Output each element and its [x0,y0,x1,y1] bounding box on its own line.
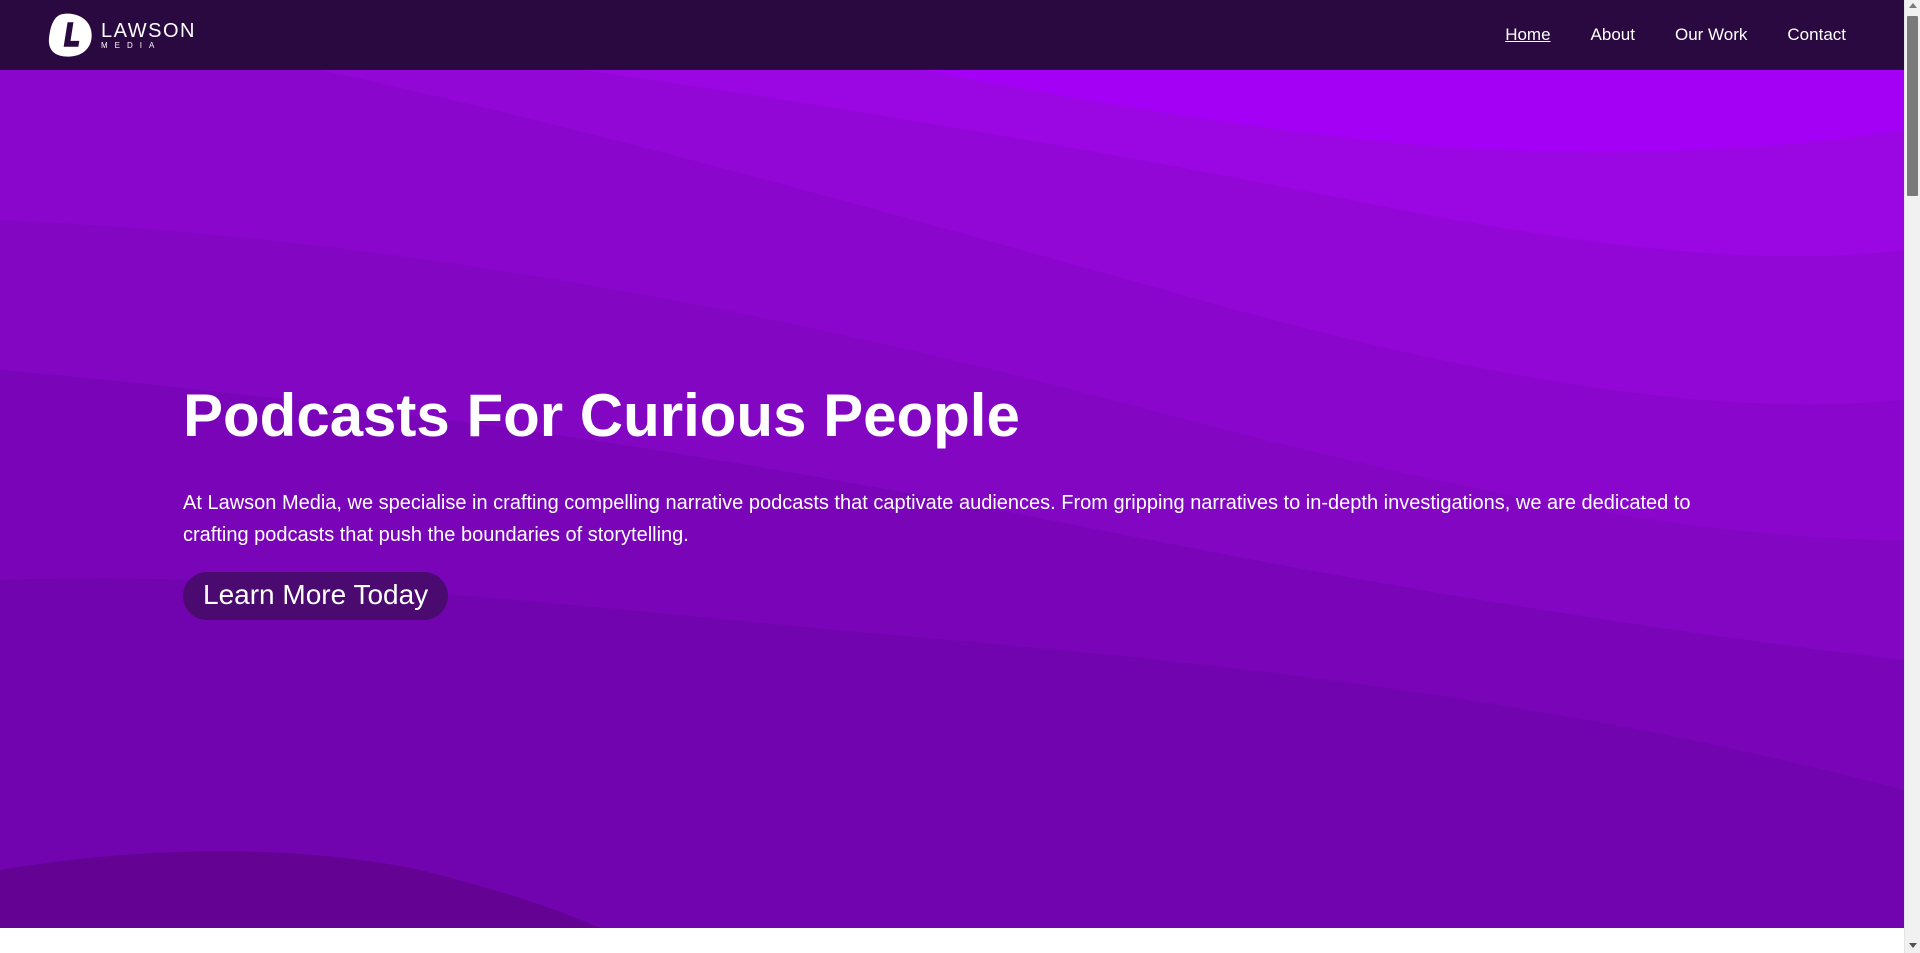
navbar: LAWSON MEDIA Home About Our Work Contact [0,0,1904,70]
lawson-l-logo-icon [48,13,92,57]
brand-subname: MEDIA [101,40,162,50]
scroll-down-arrow-icon[interactable] [1909,943,1917,948]
nav-our-work[interactable]: Our Work [1675,25,1747,45]
next-section-edge [0,928,1904,953]
nav-contact[interactable]: Contact [1787,25,1846,45]
page: LAWSON MEDIA Home About Our Work Contact… [0,0,1920,953]
hero-title: Podcasts For Curious People [183,382,1020,449]
hero-content: Podcasts For Curious People At Lawson Me… [183,386,1703,620]
brand-logo[interactable]: LAWSON MEDIA [47,12,196,58]
nav-home[interactable]: Home [1505,25,1550,45]
brand-wordmark: LAWSON MEDIA [101,21,196,50]
main-nav: Home About Our Work Contact [1505,25,1846,45]
brand-name: LAWSON [101,19,196,42]
page-scrollbar[interactable] [1904,0,1920,953]
learn-more-button[interactable]: Learn More Today [183,572,449,620]
hero-description: At Lawson Media, we specialise in crafti… [183,492,1691,546]
scrollbar-thumb[interactable] [1907,16,1918,196]
hero-section: Podcasts For Curious People At Lawson Me… [0,70,1904,928]
nav-about[interactable]: About [1591,25,1635,45]
scroll-up-arrow-icon[interactable] [1909,3,1917,8]
